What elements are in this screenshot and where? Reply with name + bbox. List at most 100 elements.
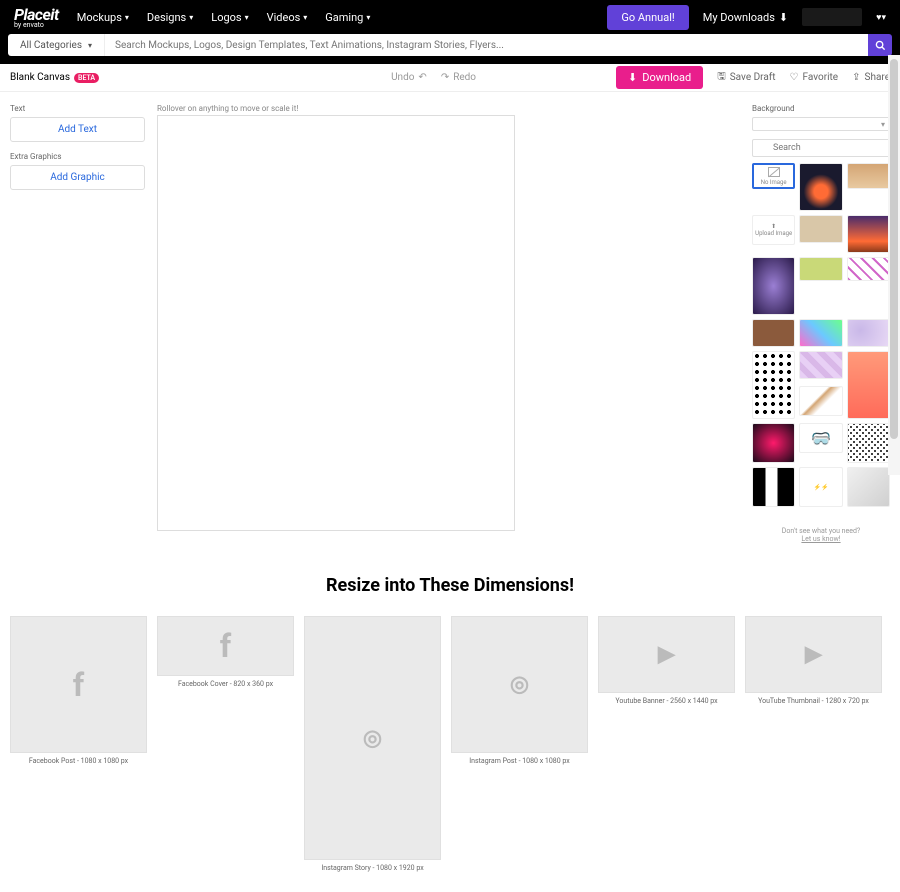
bg-tile[interactable] (799, 319, 842, 347)
heart-icon: ♡ (790, 72, 799, 83)
share-button[interactable]: ⇪Share (852, 72, 890, 83)
resize-label: Instagram Story - 1080 x 1920 px (321, 864, 423, 872)
logo[interactable]: Placeit by envato (14, 5, 59, 29)
top-nav: Placeit by envato Mockups▾ Designs▾ Logo… (0, 0, 900, 34)
platform-icon: ◎ (510, 672, 529, 697)
platform-icon: ▶ (658, 642, 675, 667)
chevron-down-icon: ▾ (366, 13, 370, 22)
resize-section: Resize into These Dimensions! f Facebook … (0, 555, 900, 892)
background-search-input[interactable] (752, 139, 890, 157)
bg-tile[interactable] (847, 467, 890, 507)
nav-designs[interactable]: Designs▾ (147, 11, 193, 24)
my-downloads-link[interactable]: My Downloads⬇ (703, 11, 788, 24)
background-grid: No Image ⬆Upload Image 🥽 ⚡⚡ (752, 163, 890, 507)
search-icon (875, 40, 886, 51)
bg-tile[interactable] (847, 215, 890, 253)
bg-tile-upload[interactable]: ⬆Upload Image (752, 215, 795, 245)
bg-tile[interactable] (799, 386, 842, 416)
bg-tile[interactable] (847, 423, 890, 463)
canvas-area: Rollover on anything to move or scale it… (157, 104, 740, 543)
user-menu[interactable] (802, 8, 862, 26)
chevron-down-icon: ▾ (881, 120, 885, 129)
beta-badge: BETA (74, 73, 99, 83)
resize-box[interactable]: f (157, 616, 294, 676)
resize-item: f Facebook Post - 1080 x 1080 px (10, 616, 147, 765)
resize-box[interactable]: ◎ (451, 616, 588, 753)
resize-label: Facebook Cover - 820 x 360 px (178, 680, 273, 688)
add-graphic-button[interactable]: Add Graphic (10, 165, 145, 190)
user-menu-chevron-icon[interactable]: ♥▾ (876, 12, 886, 23)
resize-box[interactable]: ▶ (745, 616, 882, 693)
scroll-thumb[interactable] (890, 59, 898, 439)
nav-videos[interactable]: Videos▾ (267, 11, 308, 24)
resize-item: f Facebook Cover - 820 x 360 px (157, 616, 294, 688)
resize-title: Resize into These Dimensions! (10, 575, 890, 596)
let-us-know-link[interactable]: Let us know! (801, 535, 840, 543)
upload-icon: ⬆ (771, 223, 776, 230)
resize-label: Instagram Post - 1080 x 1080 px (469, 757, 570, 765)
bg-tile[interactable]: 🥽 (799, 423, 842, 453)
platform-icon: ▶ (805, 642, 822, 667)
bg-tile-no-image[interactable]: No Image (752, 163, 795, 189)
resize-label: Youtube Banner - 2560 x 1440 px (615, 697, 717, 705)
bg-tile[interactable] (799, 163, 842, 211)
share-icon: ⇪ (852, 72, 860, 83)
bg-tile[interactable] (847, 319, 890, 347)
left-panel: Text Add Text Extra Graphics Add Graphic (10, 104, 145, 543)
undo-icon: ↶ (418, 72, 426, 83)
go-annual-button[interactable]: Go Annual! (607, 5, 688, 30)
canvas[interactable] (157, 115, 515, 531)
bg-tile[interactable] (752, 467, 795, 507)
chevron-down-icon: ▾ (88, 41, 92, 50)
download-button[interactable]: ⬇Download (616, 66, 703, 89)
chevron-down-icon: ▾ (303, 13, 307, 22)
add-text-button[interactable]: Add Text (10, 117, 145, 142)
graphics-section-label: Extra Graphics (10, 152, 145, 161)
background-footer: Don't see what you need? Let us know! (752, 527, 890, 543)
bg-tile[interactable] (847, 351, 890, 419)
save-icon: 🖫 (717, 69, 726, 86)
save-draft-button[interactable]: 🖫Save Draft (717, 69, 775, 86)
nav-gaming[interactable]: Gaming▾ (325, 11, 370, 24)
background-select[interactable]: ▾ (752, 117, 890, 131)
right-panel: Background ▾ ⌕ No Image ⬆Upload Image 🥽 (752, 104, 890, 543)
chevron-down-icon: ▾ (245, 13, 249, 22)
search-input[interactable] (104, 34, 868, 56)
search-button[interactable] (868, 34, 892, 56)
bg-tile[interactable] (752, 319, 795, 347)
bg-tile[interactable] (752, 351, 795, 419)
chevron-down-icon: ▾ (189, 13, 193, 22)
resize-box[interactable]: ▶ (598, 616, 735, 693)
platform-icon: ◎ (363, 726, 382, 751)
bg-tile[interactable] (799, 215, 842, 243)
resize-label: Facebook Post - 1080 x 1080 px (29, 757, 128, 765)
bg-tile[interactable] (752, 257, 795, 315)
bg-tile[interactable] (799, 351, 842, 379)
favorite-button[interactable]: ♡Favorite (790, 72, 839, 83)
scrollbar[interactable] (888, 55, 900, 475)
redo-button[interactable]: ↷Redo (441, 72, 476, 83)
bg-tile[interactable] (847, 257, 890, 281)
platform-icon: f (220, 627, 231, 665)
redo-icon: ↷ (441, 72, 449, 83)
chevron-down-icon: ▾ (125, 13, 129, 22)
text-section-label: Text (10, 104, 145, 113)
nav-logos[interactable]: Logos▾ (211, 11, 248, 24)
bg-tile[interactable] (847, 163, 890, 189)
resize-item: ▶ YouTube Thumbnail - 1280 x 720 px (745, 616, 882, 705)
search-row: All Categories▾ (0, 34, 900, 64)
page-title: Blank Canvas BETA (10, 72, 99, 83)
bg-tile[interactable] (752, 423, 795, 463)
undo-button[interactable]: Undo↶ (391, 72, 427, 83)
background-label: Background (752, 104, 890, 113)
bg-tile[interactable]: ⚡⚡ (799, 467, 842, 507)
resize-box[interactable]: ◎ (304, 616, 441, 860)
download-icon: ⬇ (779, 11, 788, 24)
category-select[interactable]: All Categories▾ (8, 34, 104, 56)
download-icon: ⬇ (628, 71, 637, 84)
bg-tile[interactable] (799, 257, 842, 281)
resize-box[interactable]: f (10, 616, 147, 753)
resize-label: YouTube Thumbnail - 1280 x 720 px (758, 697, 869, 705)
nav-mockups[interactable]: Mockups▾ (77, 11, 129, 24)
editor: Text Add Text Extra Graphics Add Graphic… (0, 92, 900, 555)
